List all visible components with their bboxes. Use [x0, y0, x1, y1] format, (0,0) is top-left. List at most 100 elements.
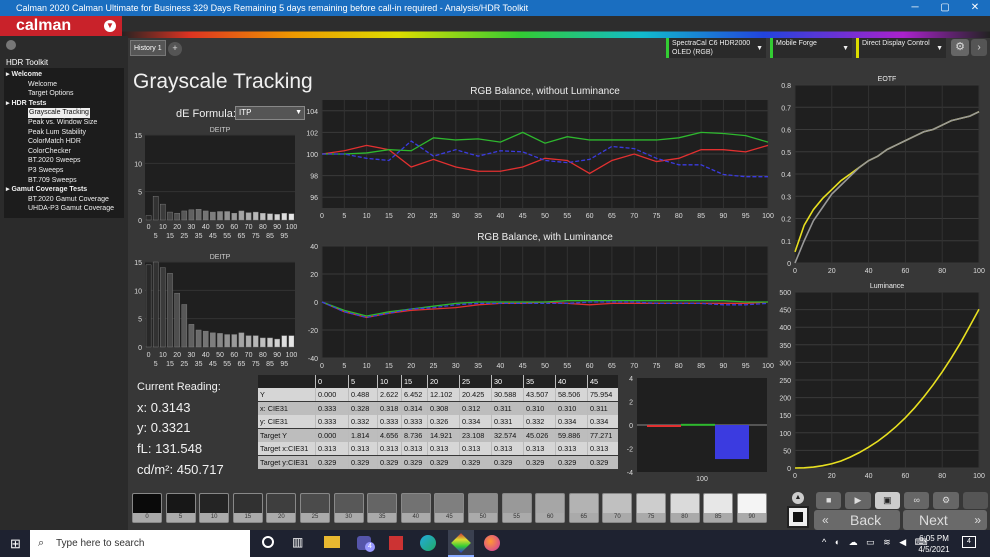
clock[interactable]: 6:05 PM 4/5/2021	[912, 533, 956, 555]
windows-start-icon[interactable]: ⊞	[10, 537, 21, 550]
table-cell: x: CIE31	[258, 401, 316, 415]
swatch-30[interactable]: 30	[333, 493, 364, 523]
calman-taskbar-icon[interactable]	[448, 530, 474, 557]
notification-center-icon[interactable]: 4	[962, 536, 976, 548]
x-tick-label: 60	[902, 473, 910, 480]
deitp-bar	[281, 335, 288, 348]
x-tick-label: 25	[180, 361, 188, 368]
deitp-bar	[210, 332, 216, 348]
settings-icon[interactable]: ⚙	[933, 492, 959, 509]
deitp-bar	[202, 210, 209, 221]
swatch-10[interactable]: 10	[199, 493, 230, 523]
swatch-50[interactable]: 50	[468, 493, 498, 523]
deitp-bar	[238, 210, 245, 221]
scroll-up-icon[interactable]: ▲	[792, 492, 804, 504]
swatch-25[interactable]: 25	[300, 493, 330, 523]
x-tick-label: 70	[245, 352, 253, 359]
swatch-55[interactable]: 55	[501, 493, 532, 523]
deitp-bar	[217, 333, 223, 348]
firefox-icon[interactable]	[484, 535, 500, 551]
deitp-bar	[274, 214, 280, 221]
multitask-icon[interactable]: ▥	[292, 535, 303, 549]
swatch-60[interactable]: 60	[535, 493, 566, 523]
x-tick-label: 85	[697, 213, 705, 220]
swatch-45[interactable]: 45	[434, 493, 465, 523]
swatch-label: 25	[301, 513, 329, 522]
task-view-icon[interactable]	[262, 536, 274, 548]
table-cell: Target x:CIE31	[258, 442, 316, 455]
swatch-35[interactable]: 35	[367, 493, 398, 523]
x-tick-label: 25	[430, 213, 438, 220]
y-tick-label: 102	[306, 130, 318, 137]
deitp-bar	[202, 330, 209, 348]
swatch-85[interactable]: 85	[703, 493, 734, 523]
table-header-cell: 10	[378, 375, 402, 388]
table-cell: 0.329	[402, 455, 428, 469]
deitp-bar	[252, 335, 259, 348]
deitp-bar	[281, 212, 288, 221]
table-cell: 0.313	[588, 442, 618, 455]
y-tick-label: 20	[310, 272, 318, 279]
stop-icon[interactable]	[787, 506, 809, 528]
swatch-65[interactable]: 65	[568, 493, 599, 523]
y-tick-label: 0.7	[781, 105, 791, 112]
back-label: Back	[850, 512, 882, 528]
swatch-80[interactable]: 80	[669, 493, 700, 523]
save-icon[interactable]: ▣	[874, 492, 900, 509]
edge-icon[interactable]	[420, 535, 436, 551]
back-button[interactable]: « Back	[814, 510, 900, 530]
swatch-75[interactable]: 75	[636, 493, 666, 523]
x-tick-label: 80	[259, 224, 267, 231]
empty-tool-button[interactable]	[962, 492, 988, 509]
table-cell: 0.311	[492, 401, 524, 415]
table-cell: 0.313	[556, 442, 588, 455]
x-tick-label: 15	[166, 233, 174, 240]
y-tick-label: 0	[314, 300, 318, 307]
y-tick-label: 2	[629, 400, 633, 407]
x-tick-label: 60	[230, 352, 238, 359]
deitp-bar	[224, 211, 230, 221]
deitp-bar	[288, 335, 295, 348]
x-tick-label: 15	[385, 213, 393, 220]
x-tick-label: 10	[363, 363, 371, 370]
deitp-bar	[231, 212, 238, 221]
swatch-label: 5	[166, 513, 195, 522]
table-cell: 0.313	[316, 442, 349, 455]
swatch-label: 40	[401, 513, 430, 522]
y-tick-label: 0.2	[781, 217, 791, 224]
play-icon[interactable]: ▶	[845, 492, 871, 509]
x-tick-label: 40	[202, 224, 210, 231]
swatch-90[interactable]: 90	[736, 493, 767, 523]
swatch-5[interactable]: 5	[165, 493, 196, 523]
next-button[interactable]: Next »	[903, 510, 987, 530]
table-cell: 0.328	[349, 401, 378, 415]
loop-icon[interactable]: ∞	[903, 492, 930, 509]
swatch-label: 45	[435, 513, 464, 522]
deitp-bar	[238, 332, 245, 348]
swatch-70[interactable]: 70	[602, 493, 633, 523]
rgb-bar-blue	[715, 425, 749, 460]
x-tick-label: 60	[902, 268, 910, 275]
stop-measure-icon[interactable]: ■	[816, 492, 842, 509]
taskbar-search[interactable]: ⌕ Type here to search	[30, 530, 250, 557]
swatch-40[interactable]: 40	[400, 493, 431, 523]
gift-icon[interactable]	[389, 536, 403, 550]
file-explorer-icon[interactable]	[324, 536, 340, 548]
x-tick-label: 95	[742, 363, 750, 370]
teams-icon[interactable]: 4	[357, 536, 375, 552]
y-tick-label: 0	[787, 261, 791, 268]
table-cell: 75.954	[588, 388, 618, 401]
table-cell: 2.622	[378, 388, 402, 401]
current-reading-label: Current Reading:	[137, 381, 221, 393]
deitp-bar	[245, 335, 252, 348]
swatch-15[interactable]: 15	[232, 493, 263, 523]
swatch-20[interactable]: 20	[266, 493, 297, 523]
swatch-0[interactable]: 0	[132, 493, 162, 523]
y-tick-label: 400	[779, 325, 791, 332]
table-cell: Target Y	[258, 428, 316, 442]
table-cell: 0.313	[378, 442, 402, 455]
x-tick-label: 0	[147, 352, 151, 359]
table-cell: 0.334	[460, 415, 492, 428]
x-tick-label: 40	[202, 352, 210, 359]
deitp-bar	[267, 337, 273, 348]
